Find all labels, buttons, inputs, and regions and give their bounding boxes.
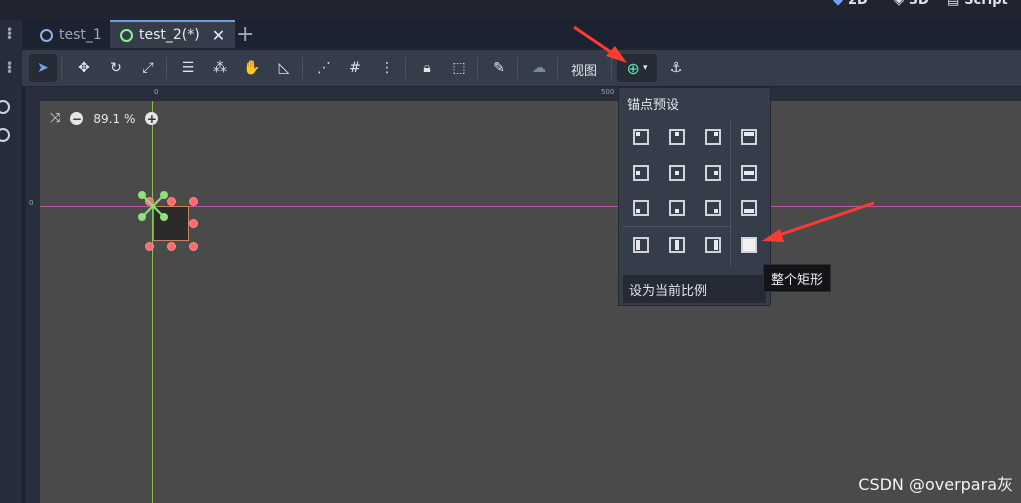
- anchor-center-left-icon[interactable]: [633, 165, 649, 181]
- left-dock-strip: • • • • • •: [0, 20, 23, 503]
- mode-2d-button[interactable]: ◆ 2D: [833, 0, 868, 8]
- add-tab-button[interactable]: +: [236, 22, 254, 47]
- divider: [623, 226, 730, 227]
- full-rect-tooltip: 整个矩形: [763, 264, 831, 292]
- anchor-center-right-icon[interactable]: [705, 165, 721, 181]
- zoom-controls: ⤨ − 89.1 % +: [50, 111, 159, 126]
- dock-menu-dots-icon-2[interactable]: • • •: [6, 58, 13, 78]
- zoom-level: 89.1 %: [93, 111, 136, 126]
- tab-label: test_1: [59, 27, 102, 43]
- y-axis-guide: [152, 101, 153, 503]
- anchor-full-rect-icon[interactable]: [741, 237, 757, 253]
- anchor-top-left-icon[interactable]: [633, 129, 649, 145]
- chevron-down-icon: ▾: [642, 63, 648, 73]
- pivot-tool-icon[interactable]: ⁂: [206, 54, 234, 82]
- divider: [730, 120, 731, 266]
- scene-icon: [120, 28, 133, 42]
- tab-label: test_2(*): [139, 27, 200, 43]
- close-icon[interactable]: ✕: [212, 26, 225, 45]
- anchor-bottom-right-icon[interactable]: [705, 200, 721, 216]
- menu-title: 锚点预设: [627, 98, 680, 113]
- anchor-vcenter-wide-icon[interactable]: [669, 237, 685, 253]
- select-tool-icon[interactable]: ➤: [29, 54, 57, 82]
- left-ruler: 0: [26, 101, 40, 503]
- anchor-center-icon[interactable]: [669, 165, 685, 181]
- lock-icon[interactable]: 🔒︎: [413, 54, 441, 82]
- eye-icon[interactable]: [0, 100, 10, 114]
- ruler-tool-icon[interactable]: ◺: [270, 54, 298, 82]
- eye-icon-2[interactable]: [0, 128, 10, 142]
- layout-menu-button[interactable]: ⊕ ▾: [617, 54, 657, 82]
- skeleton-bone-icon[interactable]: ✎: [485, 54, 513, 82]
- editor-mode-bar: ◆ 2D ◈ 3D ▤ Script: [0, 0, 1021, 20]
- separator: [405, 57, 406, 79]
- separator: [166, 57, 167, 79]
- 3d-icon: ◈: [894, 0, 904, 8]
- scene-icon: [40, 28, 53, 42]
- snap-options-icon[interactable]: ⋮: [373, 54, 401, 82]
- resize-handle[interactable]: [145, 242, 154, 251]
- move-tool-icon[interactable]: ✥: [70, 54, 98, 82]
- resize-handle[interactable]: [167, 242, 176, 251]
- anchor-preset-menu: 锚点预设 设为当前比例: [618, 87, 771, 306]
- keep-ratio-button[interactable]: 设为当前比例: [623, 275, 766, 303]
- dock-menu-dots-icon[interactable]: • • •: [6, 24, 13, 44]
- mode-3d-button[interactable]: ◈ 3D: [894, 0, 929, 8]
- list-select-tool-icon[interactable]: ☰: [174, 54, 202, 82]
- grid-snap-icon[interactable]: #: [341, 54, 369, 82]
- pan-tool-icon[interactable]: ✋: [238, 54, 266, 82]
- 2d-icon: ◆: [833, 0, 843, 8]
- anchor-top-wide-icon[interactable]: [741, 129, 757, 145]
- zoom-in-icon[interactable]: +: [145, 112, 159, 125]
- zoom-out-icon[interactable]: −: [70, 112, 84, 125]
- separator: [61, 57, 62, 79]
- anchor-top-right-icon[interactable]: [705, 129, 721, 145]
- smart-snap-icon[interactable]: ⋰: [310, 54, 338, 82]
- mode-2d-label: 2D: [848, 0, 868, 8]
- group-icon[interactable]: ⬚: [445, 54, 473, 82]
- resize-handle[interactable]: [189, 197, 198, 206]
- watermark: CSDN @overpara灰: [858, 475, 1013, 494]
- scene-tab-bar: test_1 test_2(*) ✕ +: [22, 20, 1021, 48]
- separator: [517, 57, 518, 79]
- separator: [302, 57, 303, 79]
- top-ruler: 0 500: [26, 87, 1021, 101]
- tab-test-1[interactable]: test_1: [30, 22, 112, 48]
- resize-handle[interactable]: [189, 242, 198, 251]
- rotate-tool-icon[interactable]: ↻: [102, 54, 130, 82]
- scale-tool-icon[interactable]: ⤢: [134, 54, 162, 82]
- anchor-handles-icon[interactable]: [136, 189, 170, 223]
- zoom-reset-icon[interactable]: ⤨: [50, 111, 60, 126]
- separator: [557, 57, 558, 79]
- canvas-viewport[interactable]: ⤨ − 89.1 % +: [40, 101, 1021, 503]
- canvas-toolbar: ➤ ✥ ↻ ⤢ ☰ ⁂ ✋ ◺ ⋰ # ⋮ 🔒︎ ⬚ ✎ ☁ 视图 ⊕ ▾ ⚓︎: [22, 50, 1021, 86]
- resize-handle[interactable]: [189, 219, 198, 228]
- anchor-layout-icon: ⊕: [626, 58, 640, 78]
- ruler-mark: 0: [154, 88, 159, 96]
- tab-test-2[interactable]: test_2(*) ✕: [110, 20, 236, 48]
- ruler-mark: 0: [29, 199, 34, 207]
- anchor-icon[interactable]: ⚓︎: [662, 54, 690, 82]
- separator: [477, 57, 478, 79]
- anchor-right-wide-icon[interactable]: [705, 237, 721, 253]
- ruler-mark: 500: [601, 88, 615, 96]
- mode-3d-label: 3D: [909, 0, 929, 8]
- anchor-bottom-left-icon[interactable]: [633, 200, 649, 216]
- anchor-hcenter-wide-icon[interactable]: [741, 165, 757, 181]
- script-icon: ▤: [947, 0, 960, 8]
- anchor-left-wide-icon[interactable]: [633, 237, 649, 253]
- separator: [611, 57, 612, 79]
- anchor-bottom-wide-icon[interactable]: [741, 200, 757, 216]
- camera-override-icon[interactable]: ☁: [525, 54, 553, 82]
- mode-script-button[interactable]: ▤ Script: [947, 0, 1008, 8]
- anchor-center-top-icon[interactable]: [669, 129, 685, 145]
- mode-script-label: Script: [964, 0, 1008, 8]
- view-menu-button[interactable]: 视图: [571, 60, 597, 79]
- anchor-center-bottom-icon[interactable]: [669, 200, 685, 216]
